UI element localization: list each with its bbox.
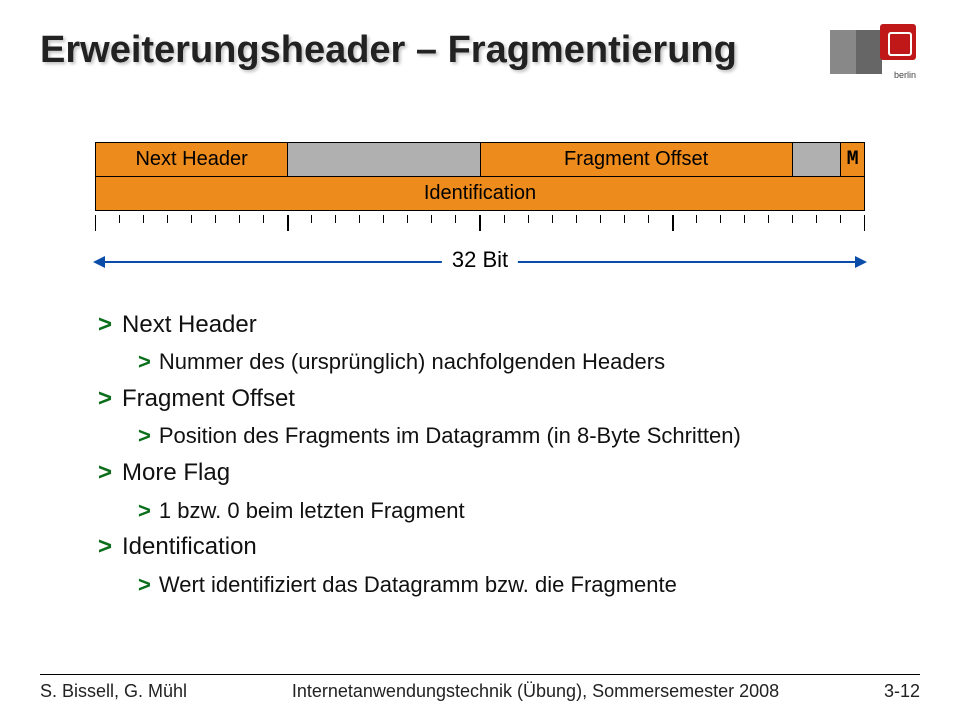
footer-course: Internetanwendungstechnik (Übung), Somme… xyxy=(292,681,779,702)
field-m-flag: M xyxy=(841,143,865,177)
field-identification: Identification xyxy=(96,177,865,211)
bullet-next-header-sub: > Nummer des (ursprünglich) nachfolgenden… xyxy=(138,347,920,377)
bullet-sub-label: Position des Fragments im Datagramm (in … xyxy=(159,423,741,448)
bullet-identification: > Identification xyxy=(98,531,920,563)
packet-diagram: Next Header Fragment Offset M Identifica… xyxy=(95,142,865,287)
packet-row-1: Next Header Fragment Offset M xyxy=(96,143,865,177)
slide-footer: S. Bissell, G. Mühl Internetanwendungste… xyxy=(40,674,920,702)
slide-title: Erweiterungsheader – Fragmentierung xyxy=(40,30,737,72)
field-reserved xyxy=(288,143,480,177)
bullet-label: Next Header xyxy=(122,311,257,338)
university-logo: berlin xyxy=(830,24,920,80)
bullet-sub-label: 1 bzw. 0 beim letzten Fragment xyxy=(159,498,465,523)
bullet-more-flag: > More Flag xyxy=(98,457,920,489)
packet-row-2: Identification xyxy=(96,177,865,211)
bit-ruler xyxy=(95,211,865,235)
bullet-label: Fragment Offset xyxy=(122,385,295,412)
chevron-right-icon: > xyxy=(98,311,112,338)
chevron-right-icon: > xyxy=(138,423,151,448)
bullet-label: More Flag xyxy=(122,459,230,486)
chevron-right-icon: > xyxy=(98,459,112,486)
bullet-sub-label: Nummer des (ursprünglich) nachfolgenden … xyxy=(159,349,665,374)
bullet-identification-sub: > Wert identifiziert das Datagramm bzw. d… xyxy=(138,570,920,600)
logo-text: berlin xyxy=(894,70,916,80)
chevron-right-icon: > xyxy=(138,572,151,597)
packet-table: Next Header Fragment Offset M Identifica… xyxy=(95,142,865,211)
footer-authors: S. Bissell, G. Mühl xyxy=(40,681,187,702)
footer-page: 3-12 xyxy=(884,681,920,702)
chevron-right-icon: > xyxy=(138,349,151,374)
field-next-header: Next Header xyxy=(96,143,288,177)
slide: Erweiterungsheader – Fragmentierung berl… xyxy=(0,0,960,720)
bullet-fragment-offset: > Fragment Offset xyxy=(98,383,920,415)
bullet-list: > Next Header > Nummer des (ursprünglich) … xyxy=(98,309,920,599)
bullet-sub-label: Wert identifiziert das Datagramm bzw. di… xyxy=(159,572,677,597)
header-row: Erweiterungsheader – Fragmentierung berl… xyxy=(40,24,920,80)
field-fragment-offset: Fragment Offset xyxy=(480,143,792,177)
width-label: 32 Bit xyxy=(442,247,518,273)
bullet-label: Identification xyxy=(122,533,257,560)
bullet-fragment-offset-sub: > Position des Fragments im Datagramm (in… xyxy=(138,421,920,451)
field-res2 xyxy=(792,143,840,177)
chevron-right-icon: > xyxy=(98,533,112,560)
width-arrow: 32 Bit xyxy=(95,253,865,287)
bullet-more-flag-sub: >1 bzw. 0 beim letzten Fragment xyxy=(138,496,920,526)
chevron-right-icon: > xyxy=(98,385,112,412)
bullet-next-header: > Next Header xyxy=(98,309,920,341)
chevron-right-icon: > xyxy=(138,498,151,523)
